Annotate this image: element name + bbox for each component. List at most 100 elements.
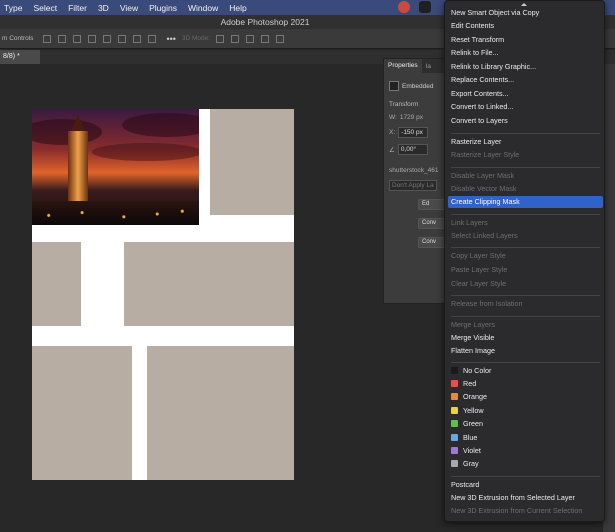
menu-item-yellow[interactable]: Yellow xyxy=(445,405,604,417)
menu-item-label: Copy Layer Style xyxy=(451,251,506,260)
more-options-icon[interactable]: ••• xyxy=(166,34,175,44)
menu-item-select-linked-layers: Select Linked Layers xyxy=(445,230,604,242)
menu-item-label: Postcard xyxy=(451,480,480,489)
align-bottom-icon[interactable] xyxy=(133,34,142,43)
menu-item-merge-visible[interactable]: Merge Visible xyxy=(445,332,604,344)
menu-item-label: Gray xyxy=(463,459,479,468)
menu-item-flatten-image[interactable]: Flatten Image xyxy=(445,345,604,357)
menu-item-convert-to-layers[interactable]: Convert to Layers xyxy=(445,115,604,127)
align-middle-icon[interactable] xyxy=(118,34,127,43)
menu-item-blue[interactable]: Blue xyxy=(445,432,604,444)
embedded-row: Embedded xyxy=(389,81,450,91)
menu-item-orange[interactable]: Orange xyxy=(445,391,604,403)
align-top-icon[interactable] xyxy=(103,34,112,43)
scroll-up-caret-icon[interactable] xyxy=(521,3,527,6)
x-field[interactable]: -150 px xyxy=(398,127,429,138)
menu-view[interactable]: View xyxy=(120,3,138,13)
distribute-vertical-icon[interactable] xyxy=(148,34,157,43)
placeholder-frame-bottom-left[interactable] xyxy=(32,346,132,480)
menu-item-label: Create Clipping Mask xyxy=(451,197,520,206)
menu-3d[interactable]: 3D xyxy=(98,3,109,13)
document-tab[interactable]: 8/8) * xyxy=(0,50,40,64)
photoshop-window: Type Select Filter 3D View Plugins Windo… xyxy=(0,0,615,532)
menu-item-label: Blue xyxy=(463,433,478,442)
color-swatch-icon xyxy=(451,367,458,374)
color-swatch-icon xyxy=(451,434,458,441)
menu-separator xyxy=(451,316,600,317)
menu-item-label: Rasterize Layer xyxy=(451,137,502,146)
menu-item-label: Clear Layer Style xyxy=(451,279,507,288)
placeholder-frame-middle-left[interactable] xyxy=(32,242,81,326)
menu-item-relink-to-library-graphic[interactable]: Relink to Library Graphic... xyxy=(445,61,604,73)
creative-cloud-icon[interactable] xyxy=(398,1,410,13)
menu-item-reset-transform[interactable]: Reset Transform xyxy=(445,34,604,46)
3d-pan-icon[interactable] xyxy=(246,34,255,43)
menu-item-release-from-isolation: Release from Isolation xyxy=(445,298,604,310)
menu-item-rasterize-layer-style: Rasterize Layer Style xyxy=(445,149,604,161)
color-swatch-icon xyxy=(451,407,458,414)
menu-filter[interactable]: Filter xyxy=(68,3,87,13)
color-swatch-icon xyxy=(451,420,458,427)
menu-item-new-smart-object-via-copy[interactable]: New Smart Object via Copy xyxy=(445,7,604,19)
3d-mode-label: 3D Mode: xyxy=(181,35,211,42)
3d-slide-icon[interactable] xyxy=(261,34,270,43)
menu-item-label: Relink to Library Graphic... xyxy=(451,62,537,71)
menu-item-label: Merge Visible xyxy=(451,333,495,342)
3d-roll-icon[interactable] xyxy=(231,34,240,43)
tab-properties[interactable]: Properties xyxy=(384,59,422,73)
distribute-horizontal-icon[interactable] xyxy=(88,34,97,43)
menu-item-violet[interactable]: Violet xyxy=(445,445,604,457)
m-logo-icon[interactable] xyxy=(419,1,431,13)
menu-item-create-clipping-mask[interactable]: Create Clipping Mask xyxy=(448,196,603,208)
align-left-icon[interactable] xyxy=(43,34,52,43)
menu-item-label: Replace Contents... xyxy=(451,75,515,84)
align-right-icon[interactable] xyxy=(73,34,82,43)
menu-item-no-color[interactable]: No Color xyxy=(445,365,604,377)
3d-orbit-icon[interactable] xyxy=(216,34,225,43)
placeholder-frame-bottom-right[interactable] xyxy=(147,346,294,480)
3d-scale-icon[interactable] xyxy=(276,34,285,43)
menu-item-gray[interactable]: Gray xyxy=(445,458,604,470)
menu-item-merge-layers: Merge Layers xyxy=(445,319,604,331)
layer-context-menu: New Smart Object via Copy Edit Contents Re… xyxy=(444,0,605,522)
menu-plugins[interactable]: Plugins xyxy=(149,3,177,13)
menu-item-red[interactable]: Red xyxy=(445,378,604,390)
menu-item-label: Violet xyxy=(463,446,481,455)
menu-item-new-3d-extrusion-from-selected-layer[interactable]: New 3D Extrusion from Selected Layer xyxy=(445,492,604,504)
galata-tower-photo[interactable] xyxy=(32,109,199,225)
menu-item-replace-contents[interactable]: Replace Contents... xyxy=(445,74,604,86)
menu-item-edit-contents[interactable]: Edit Contents xyxy=(445,20,604,32)
menu-item-relink-to-file[interactable]: Relink to File... xyxy=(445,47,604,59)
color-swatch-icon xyxy=(451,393,458,400)
menu-item-label: Select Linked Layers xyxy=(451,231,518,240)
menu-item-paste-layer-style: Paste Layer Style xyxy=(445,264,604,276)
color-swatch-icon xyxy=(451,447,458,454)
menu-item-green[interactable]: Green xyxy=(445,418,604,430)
menu-separator xyxy=(451,362,600,363)
menu-type[interactable]: Type xyxy=(4,3,22,13)
menu-select[interactable]: Select xyxy=(33,3,57,13)
menu-item-export-contents[interactable]: Export Contents... xyxy=(445,88,604,100)
menu-help[interactable]: Help xyxy=(229,3,246,13)
menu-item-convert-to-linked[interactable]: Convert to Linked... xyxy=(445,101,604,113)
menu-item-label: Paste Layer Style xyxy=(451,265,508,274)
placeholder-frame-middle-right[interactable] xyxy=(124,242,294,326)
x-row: X: -150 px xyxy=(389,127,450,138)
menu-item-label: Red xyxy=(463,379,477,388)
tab-info[interactable]: Ia xyxy=(422,63,435,70)
menu-window[interactable]: Window xyxy=(188,3,218,13)
dont-apply-field[interactable]: Don't Apply La xyxy=(389,180,437,191)
menu-item-disable-vector-mask: Disable Vector Mask xyxy=(445,183,604,195)
align-center-icon[interactable] xyxy=(58,34,67,43)
angle-field[interactable]: 0,00° xyxy=(397,144,428,155)
menu-item-postcard[interactable]: Postcard xyxy=(445,479,604,491)
width-value[interactable]: 1729 px xyxy=(400,114,423,121)
color-swatch-icon xyxy=(451,380,458,387)
menu-item-label: New 3D Extrusion from Selected Layer xyxy=(451,493,575,502)
placeholder-frame-top-right[interactable] xyxy=(210,109,294,215)
menu-item-label: No Color xyxy=(463,366,492,375)
menu-item-label: Flatten Image xyxy=(451,346,495,355)
width-label: W: xyxy=(389,114,397,121)
menu-item-disable-layer-mask: Disable Layer Mask xyxy=(445,170,604,182)
menu-item-rasterize-layer[interactable]: Rasterize Layer xyxy=(445,136,604,148)
